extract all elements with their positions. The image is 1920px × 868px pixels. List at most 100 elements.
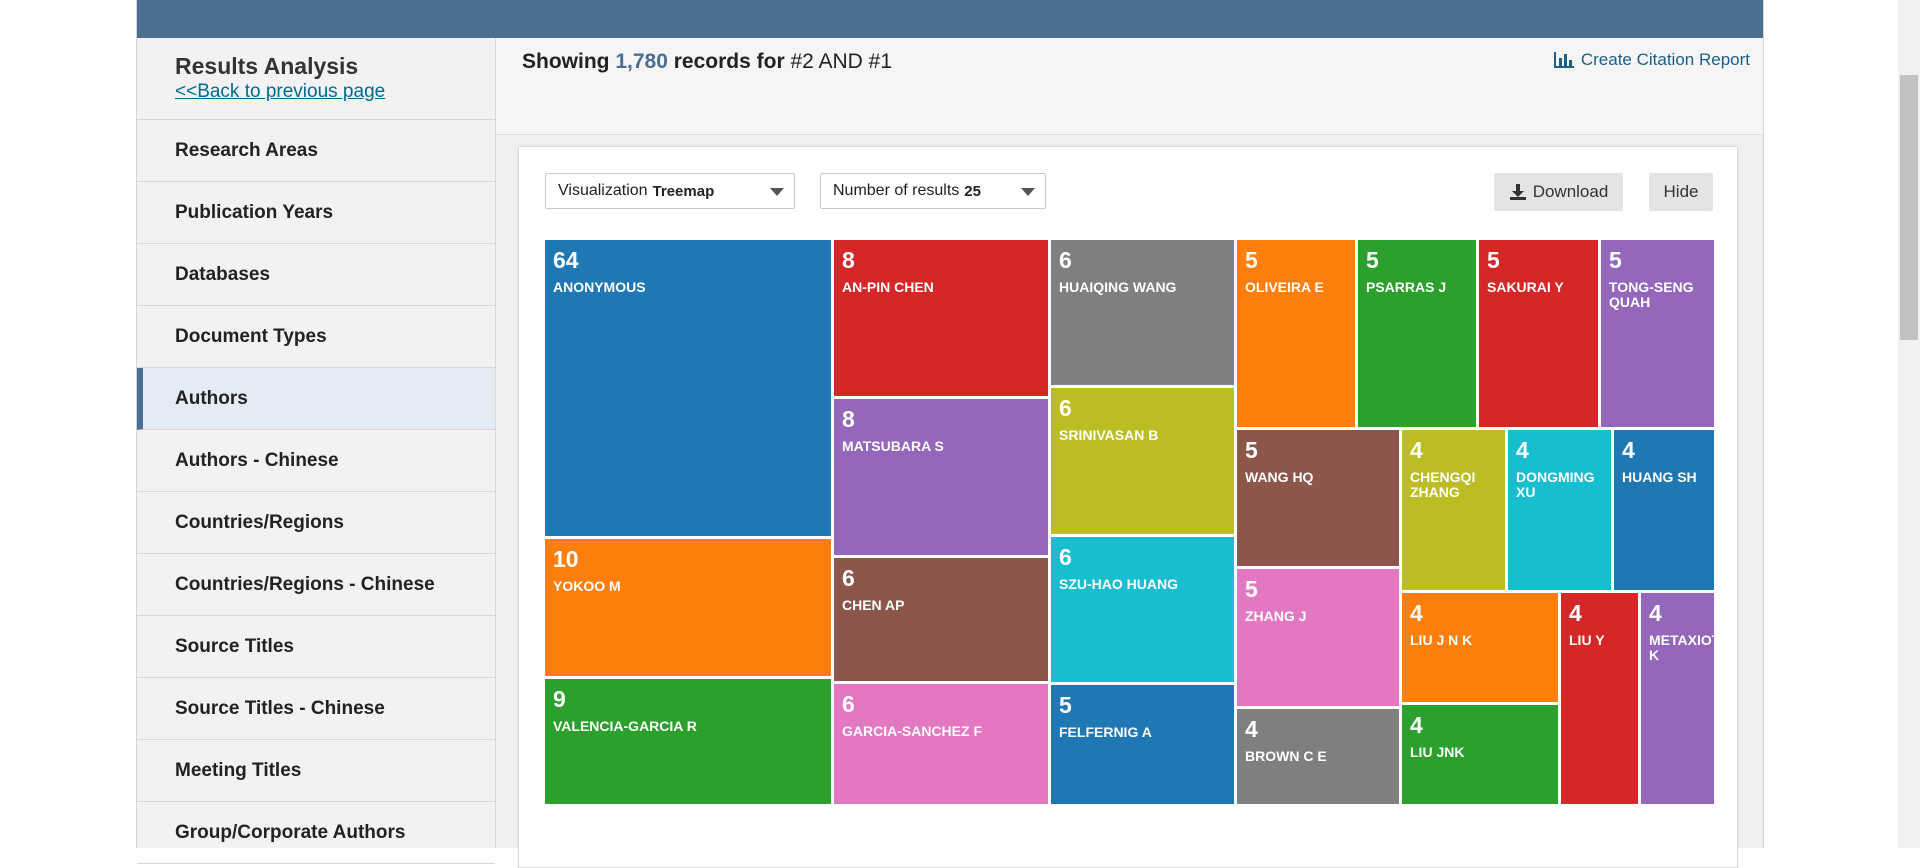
tile-value: 5 xyxy=(1245,247,1258,273)
visualization-panel: Visualization Treemap Number of results … xyxy=(518,146,1738,868)
treemap-tile[interactable]: 8 MATSUBARA S xyxy=(834,399,1051,558)
tile-label: LIU J N K xyxy=(1410,632,1473,648)
treemap-tile[interactable]: 5 FELFERNIG A xyxy=(1051,685,1237,807)
tile-label: BROWN C E xyxy=(1245,748,1327,764)
treemap-tile[interactable]: 6 HUAIQING WANG xyxy=(1051,240,1237,388)
tile-value: 4 xyxy=(1410,712,1423,738)
create-citation-report-link[interactable]: Create Citation Report xyxy=(1553,50,1750,70)
visualization-value: Treemap xyxy=(652,182,715,200)
treemap-tile[interactable]: 4 DONGMING XU xyxy=(1508,430,1614,593)
tile-value: 64 xyxy=(553,247,579,273)
back-link[interactable]: <<Back to previous page xyxy=(175,80,495,104)
sidebar-item-document-types[interactable]: Document Types xyxy=(137,306,495,368)
page-scrollbar[interactable] xyxy=(1898,0,1920,848)
treemap-tile[interactable]: 5 TONG-SENG QUAH xyxy=(1601,240,1717,430)
tile-value: 5 xyxy=(1609,247,1622,273)
hide-button[interactable]: Hide xyxy=(1649,173,1713,211)
treemap-tile[interactable]: 8 AN-PIN CHEN xyxy=(834,240,1051,399)
showing-prefix: Showing xyxy=(522,50,610,73)
sidebar-item-meeting-titles[interactable]: Meeting Titles xyxy=(137,740,495,802)
treemap-tile[interactable]: 10 YOKOO M xyxy=(545,539,834,679)
main-content: Showing 1,780 records for #2 AND #1 Crea… xyxy=(496,38,1763,868)
tile-value: 8 xyxy=(842,247,855,273)
treemap-tile[interactable]: 4 HUANG SH xyxy=(1614,430,1717,593)
tile-label: HUANG SH xyxy=(1622,469,1697,485)
tile-label: OLIVEIRA E xyxy=(1245,279,1324,295)
sidebar-item-source-titles-chinese[interactable]: Source Titles - Chinese xyxy=(137,678,495,740)
tile-label: PSARRAS J xyxy=(1366,279,1447,295)
treemap-tile[interactable]: 6 SRINIVASAN B xyxy=(1051,388,1237,537)
treemap-tile[interactable]: 4 METAXIOTIS K xyxy=(1641,593,1717,807)
treemap-tile[interactable]: 4 LIU JNK xyxy=(1402,705,1561,807)
tile-value: 5 xyxy=(1487,247,1500,273)
tile-value: 6 xyxy=(1059,395,1072,421)
tile-label: GARCIA-SANCHEZ F xyxy=(842,723,982,739)
treemap-tile[interactable]: 6 CHEN AP xyxy=(834,558,1051,684)
bar-chart-icon xyxy=(1553,52,1574,68)
treemap-tile[interactable]: 4 CHENGQI ZHANG xyxy=(1402,430,1508,593)
treemap-tile[interactable]: 4 LIU Y xyxy=(1561,593,1641,807)
results-summary: Showing 1,780 records for #2 AND #1 xyxy=(522,50,892,74)
treemap-tile[interactable]: 6 SZU-HAO HUANG xyxy=(1051,537,1237,685)
tile-value: 8 xyxy=(842,406,855,432)
visualization-label: Visualization xyxy=(558,182,648,199)
tile-value: 5 xyxy=(1245,576,1258,602)
treemap-tile[interactable]: 6 GARCIA-SANCHEZ F xyxy=(834,684,1051,807)
tile-label: ANONYMOUS xyxy=(553,279,646,295)
tile-label: METAXIOTIS K xyxy=(1649,632,1714,663)
treemap-tile[interactable]: 4 LIU J N K xyxy=(1402,593,1561,705)
sidebar-item-authors[interactable]: Authors xyxy=(137,368,495,430)
sidebar-item-countries-regions-chinese[interactable]: Countries/Regions - Chinese xyxy=(137,554,495,616)
tile-label: ZHANG J xyxy=(1245,608,1307,624)
scrollbar-thumb[interactable] xyxy=(1900,75,1918,340)
treemap-tile[interactable]: 64 ANONYMOUS xyxy=(545,240,834,539)
tile-label: CHENGQI ZHANG xyxy=(1410,469,1476,500)
download-label: Download xyxy=(1532,182,1609,201)
download-icon xyxy=(1509,184,1526,200)
sidebar-item-publication-years[interactable]: Publication Years xyxy=(137,182,495,244)
chevron-down-icon xyxy=(1021,188,1035,196)
tile-value: 5 xyxy=(1366,247,1379,273)
results-value: 25 xyxy=(964,182,981,200)
tile-value: 5 xyxy=(1245,437,1258,463)
sidebar-item-authors-chinese[interactable]: Authors - Chinese xyxy=(137,430,495,492)
download-button[interactable]: Download xyxy=(1494,173,1623,211)
sidebar-item-group-corporate-authors[interactable]: Group/Corporate Authors xyxy=(137,802,495,864)
tile-label: LIU Y xyxy=(1569,632,1605,648)
visualization-select[interactable]: Visualization Treemap xyxy=(545,173,795,209)
treemap-tile[interactable]: 5 PSARRAS J xyxy=(1358,240,1479,430)
treemap-tile[interactable]: 5 WANG HQ xyxy=(1237,430,1402,569)
tile-value: 6 xyxy=(1059,247,1072,273)
sidebar-item-source-titles[interactable]: Source Titles xyxy=(137,616,495,678)
tile-label: YOKOO M xyxy=(553,578,621,594)
treemap-tile[interactable]: 5 ZHANG J xyxy=(1237,569,1402,709)
tile-value: 4 xyxy=(1410,437,1423,463)
sidebar-item-databases[interactable]: Databases xyxy=(137,244,495,306)
treemap-tile[interactable]: 4 BROWN C E xyxy=(1237,709,1402,807)
sidebar-item-research-areas[interactable]: Research Areas xyxy=(137,120,495,182)
treemap-tile[interactable]: 5 SAKURAI Y xyxy=(1479,240,1601,430)
treemap-tile[interactable]: 9 VALENCIA-GARCIA R xyxy=(545,679,834,807)
tile-label: CHEN AP xyxy=(842,597,905,613)
records-for-text: records for xyxy=(673,50,785,73)
tile-label: HUAIQING WANG xyxy=(1059,279,1177,295)
chevron-down-icon xyxy=(770,188,784,196)
sidebar: Results Analysis <<Back to previous page… xyxy=(137,38,496,864)
tile-label: FELFERNIG A xyxy=(1059,724,1152,740)
tile-label: TONG-SENG QUAH xyxy=(1609,279,1694,310)
top-header-bar xyxy=(137,0,1763,38)
tile-value: 4 xyxy=(1569,600,1582,626)
tile-value: 4 xyxy=(1245,716,1258,742)
treemap-tile[interactable]: 5 OLIVEIRA E xyxy=(1237,240,1358,430)
tile-value: 6 xyxy=(1059,544,1072,570)
tile-label: WANG HQ xyxy=(1245,469,1314,485)
sidebar-item-countries-regions[interactable]: Countries/Regions xyxy=(137,492,495,554)
record-count: 1,780 xyxy=(615,50,668,73)
tile-label: SZU-HAO HUANG xyxy=(1059,576,1178,592)
app-shell: Results Analysis <<Back to previous page… xyxy=(136,0,1764,868)
tile-value: 6 xyxy=(842,565,855,591)
tile-value: 9 xyxy=(553,686,566,712)
tile-label: DONGMING XU xyxy=(1516,469,1595,500)
sidebar-header: Results Analysis <<Back to previous page xyxy=(137,38,495,120)
number-of-results-select[interactable]: Number of results 25 xyxy=(820,173,1046,209)
